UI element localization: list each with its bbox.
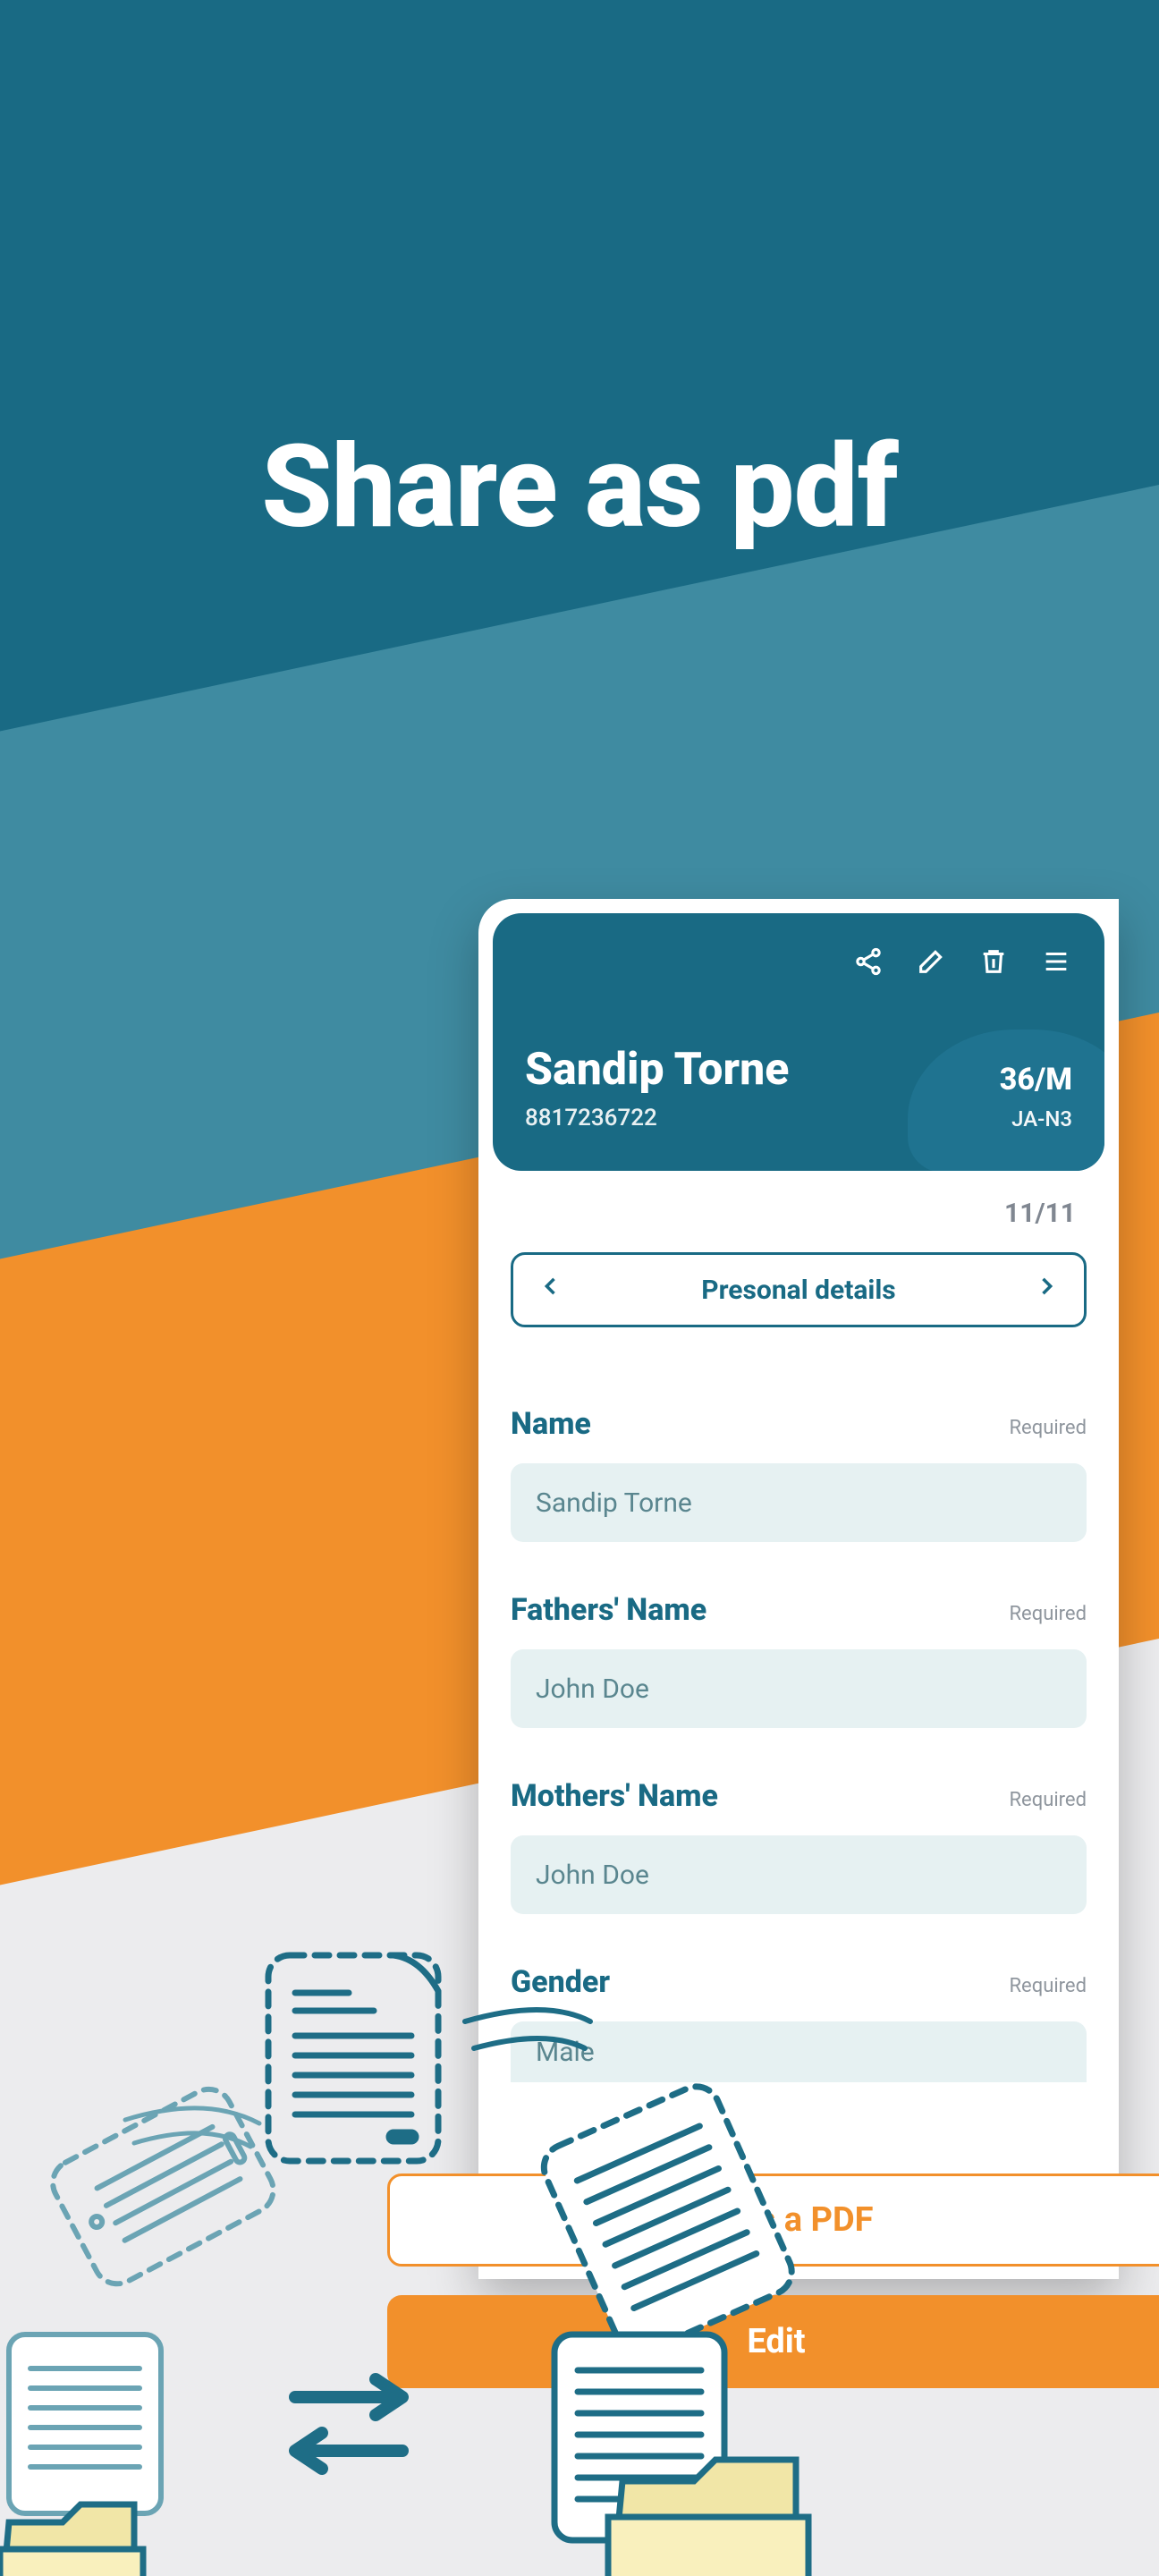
action-bar: iew as a PDF Edit [387,2174,1159,2388]
edit-button-label: Edit [747,2322,805,2361]
required-badge: Required [1009,1789,1087,1811]
required-badge: Required [1009,1975,1087,1997]
field-mothers-name: Mothers' Name Required John Doe [511,1778,1087,1914]
view-pdf-label: iew as a PDF [679,2200,873,2240]
gender-input[interactable]: Male [511,2021,1087,2082]
section-nav-title: Presonal details [701,1275,895,1306]
patient-name: Sandip Torne [525,1044,789,1096]
promo-screenshot: Share as pdf Sandip Torne [0,0,1159,2576]
trash-icon[interactable] [977,945,1010,978]
chevron-right-icon[interactable] [1034,1274,1059,1306]
header-icon-row [525,945,1072,978]
mothers-name-input[interactable]: John Doe [511,1835,1087,1914]
field-name: Name Required Sandip Torne [511,1406,1087,1542]
view-pdf-button[interactable]: iew as a PDF [387,2174,1159,2267]
phone-mock: Sandip Torne 8817236722 36/M JA-N3 11/11… [478,899,1119,2279]
field-label: Fathers' Name [511,1592,706,1628]
share-icon[interactable] [852,945,884,978]
fathers-name-input[interactable]: John Doe [511,1649,1087,1728]
chevron-left-icon[interactable] [538,1274,563,1306]
patient-phone: 8817236722 [525,1105,789,1131]
form: Name Required Sandip Torne Fathers' Name… [478,1327,1119,2279]
patient-card-header: Sandip Torne 8817236722 36/M JA-N3 [493,913,1104,1171]
field-gender: Gender Required Male [511,1964,1087,2082]
patient-age-sex: 36/M [1000,1062,1072,1097]
edit-button[interactable]: Edit [387,2295,1159,2388]
name-input[interactable]: Sandip Torne [511,1463,1087,1542]
required-badge: Required [1009,1603,1087,1625]
step-counter: 11/11 [478,1171,1119,1229]
field-fathers-name: Fathers' Name Required John Doe [511,1592,1087,1728]
field-label: Mothers' Name [511,1778,718,1814]
pencil-icon[interactable] [915,945,947,978]
patient-code: JA-N3 [1000,1106,1072,1131]
field-label: Name [511,1406,591,1442]
section-nav[interactable]: Presonal details [511,1252,1087,1327]
menu-icon[interactable] [1040,945,1072,978]
field-label: Gender [511,1964,610,2000]
hero-title: Share as pdf [0,420,1159,555]
required-badge: Required [1009,1417,1087,1439]
